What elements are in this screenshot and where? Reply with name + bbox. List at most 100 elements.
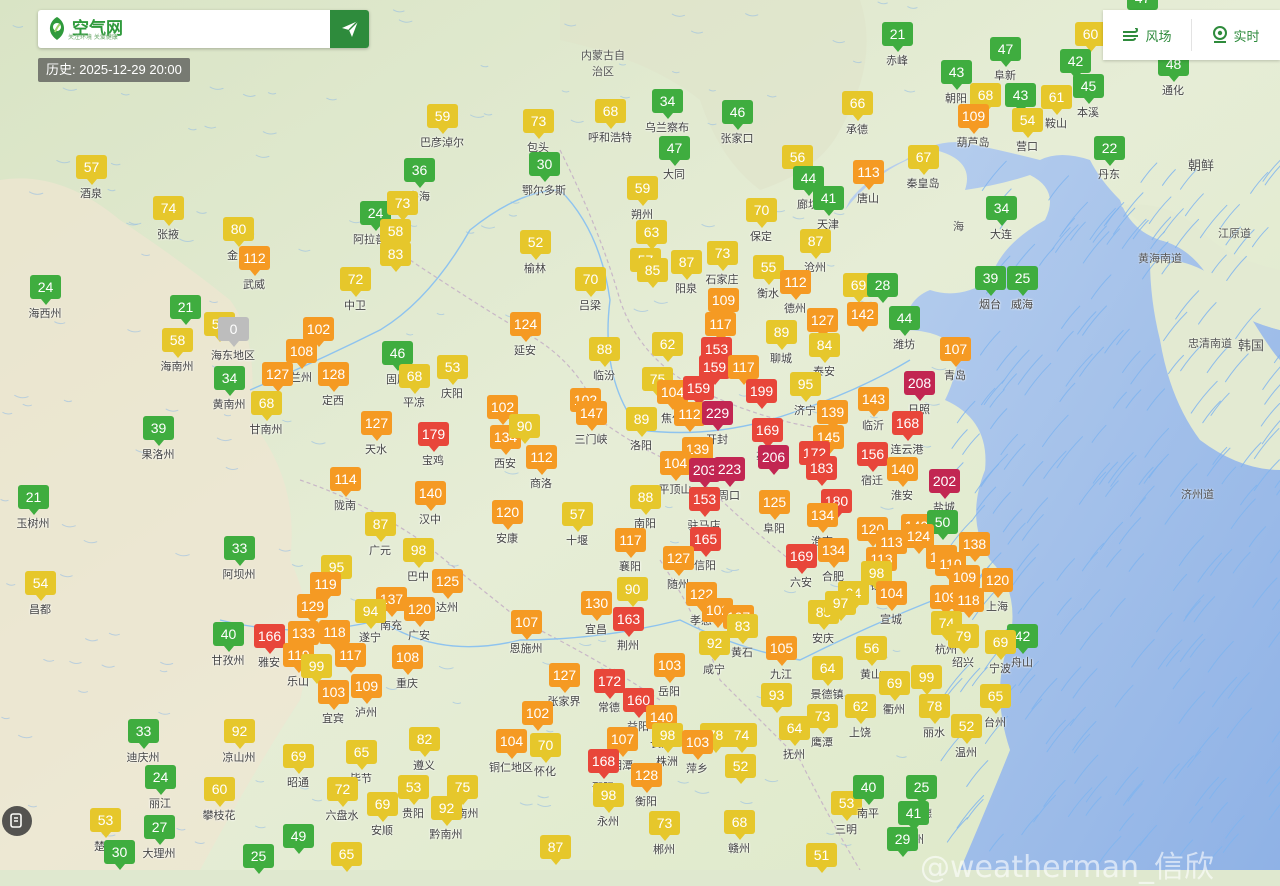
aqi-marker[interactable]: 68 [399,364,430,394]
aqi-marker[interactable]: 89 [626,407,657,437]
aqi-marker[interactable]: 46 [722,100,753,130]
aqi-marker[interactable]: 90 [617,577,648,607]
aqi-marker[interactable]: 41 [813,186,844,216]
aqi-marker[interactable]: 54 [25,571,56,601]
aqi-marker[interactable]: 125 [759,490,790,520]
aqi-marker[interactable]: 69 [367,792,398,822]
aqi-marker[interactable]: 52 [725,754,756,784]
aqi-marker[interactable]: 40 [213,622,244,652]
aqi-marker[interactable]: 94 [355,599,386,629]
aqi-marker[interactable]: 73 [707,241,738,271]
aqi-marker[interactable]: 127 [549,663,580,693]
aqi-marker[interactable]: 61 [1041,85,1072,115]
aqi-marker[interactable]: 39 [143,416,174,446]
aqi-marker[interactable]: 229 [702,401,733,431]
aqi-marker[interactable]: 21 [170,295,201,325]
aqi-marker[interactable]: 68 [724,810,755,840]
aqi-marker[interactable]: 34 [652,89,683,119]
aqi-marker[interactable]: 59 [427,104,458,134]
aqi-marker[interactable]: 102 [522,701,553,731]
aqi-marker[interactable]: 104 [660,451,691,481]
search-button[interactable] [330,10,369,48]
aqi-marker[interactable]: 52 [951,714,982,744]
aqi-marker[interactable]: 25 [1007,266,1038,296]
aqi-marker[interactable]: 118 [953,588,984,618]
aqi-marker[interactable]: 0 [218,317,249,347]
aqi-marker[interactable]: 66 [842,91,873,121]
aqi-marker[interactable]: 168 [892,411,923,441]
aqi-marker[interactable]: 84 [809,333,840,363]
aqi-marker[interactable]: 179 [418,422,449,452]
aqi-marker[interactable]: 147 [576,401,607,431]
aqi-marker[interactable]: 68 [251,391,282,421]
aqi-marker[interactable]: 223 [714,457,745,487]
aqi-marker[interactable]: 27 [144,815,175,845]
aqi-marker[interactable]: 62 [652,332,683,362]
aqi-marker[interactable]: 112 [674,402,705,432]
aqi-marker[interactable]: 41 [898,801,929,831]
aqi-marker[interactable]: 208 [904,371,935,401]
aqi-marker[interactable]: 156 [857,442,888,472]
aqi-marker[interactable]: 88 [589,337,620,367]
aqi-marker[interactable]: 128 [631,763,662,793]
aqi-marker[interactable]: 60 [204,777,235,807]
aqi-marker[interactable]: 47 [990,37,1021,67]
aqi-marker[interactable]: 29 [887,827,918,857]
aqi-marker[interactable]: 112 [526,445,557,475]
aqi-marker[interactable]: 172 [594,669,625,699]
aqi-marker[interactable]: 74 [726,723,757,753]
aqi-marker[interactable]: 93 [761,683,792,713]
aqi-marker[interactable]: 62 [845,694,876,724]
aqi-marker[interactable]: 65 [346,740,377,770]
feedback-button[interactable] [2,806,32,836]
aqi-marker[interactable]: 21 [18,485,49,515]
aqi-marker[interactable]: 47 [659,136,690,166]
aqi-marker[interactable]: 142 [847,302,878,332]
aqi-marker[interactable]: 43 [941,60,972,90]
aqi-marker[interactable]: 98 [593,783,624,813]
aqi-marker[interactable]: 104 [876,581,907,611]
aqi-marker[interactable]: 60 [1075,22,1106,52]
aqi-marker[interactable]: 168 [588,749,619,779]
aqi-marker[interactable]: 70 [575,267,606,297]
aqi-marker[interactable]: 43 [1005,83,1036,113]
aqi-marker[interactable]: 112 [780,270,811,300]
aqi-marker[interactable]: 133 [288,621,319,651]
aqi-marker[interactable]: 128 [318,362,349,392]
aqi-marker[interactable]: 98 [403,538,434,568]
aqi-marker[interactable]: 70 [530,733,561,763]
aqi-marker[interactable]: 117 [335,643,366,673]
aqi-marker[interactable]: 74 [153,196,184,226]
aqi-marker[interactable]: 202 [929,469,960,499]
aqi-marker[interactable]: 98 [652,723,683,753]
aqi-marker[interactable]: 117 [705,312,736,342]
aqi-marker[interactable]: 57 [562,502,593,532]
aqi-marker[interactable]: 92 [224,719,255,749]
aqi-marker[interactable]: 53 [437,355,468,385]
aqi-marker[interactable]: 78 [919,694,950,724]
aqi-marker[interactable]: 88 [630,485,661,515]
aqi-marker[interactable]: 59 [627,176,658,206]
aqi-marker[interactable]: 69 [283,744,314,774]
aqi-marker[interactable]: 83 [727,614,758,644]
aqi-marker[interactable]: 118 [319,620,350,650]
aqi-marker[interactable]: 46 [382,341,413,371]
aqi-marker[interactable]: 68 [595,99,626,129]
aqi-marker[interactable]: 63 [636,220,667,250]
aqi-marker[interactable]: 107 [511,610,542,640]
aqi-marker[interactable]: 24 [30,275,61,305]
aqi-marker[interactable]: 39 [975,266,1006,296]
aqi-marker[interactable]: 21 [882,22,913,52]
aqi-marker[interactable]: 103 [682,730,713,760]
aqi-marker[interactable]: 52 [520,230,551,260]
aqi-marker[interactable]: 117 [728,355,759,385]
aqi-marker[interactable]: 117 [615,528,646,558]
aqi-marker[interactable]: 139 [817,400,848,430]
aqi-marker[interactable]: 47 [1127,0,1158,16]
aqi-marker[interactable]: 107 [940,337,971,367]
aqi-marker[interactable]: 80 [223,217,254,247]
aqi-marker[interactable]: 40 [853,775,884,805]
aqi-marker[interactable]: 140 [887,457,918,487]
aqi-marker[interactable]: 53 [90,808,121,838]
aqi-marker[interactable]: 165 [690,527,721,557]
